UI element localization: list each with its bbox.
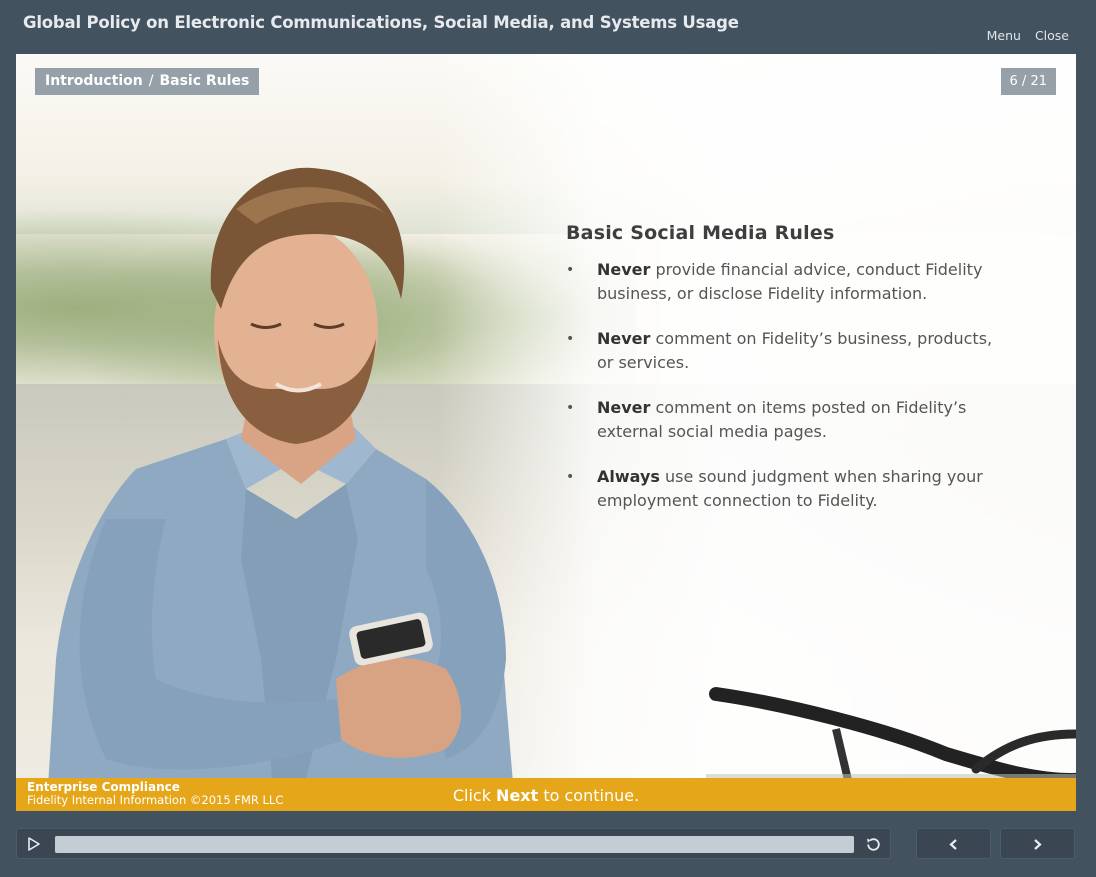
man-with-phone-image [46, 167, 516, 811]
slide-heading: Basic Social Media Rules [566, 222, 835, 244]
list-item: • Never comment on Fidelity’s business, p… [566, 329, 993, 372]
progress-fill [55, 836, 854, 853]
chevron-left-icon [949, 839, 957, 850]
rule-text: comment on items posted on Fidelity’s ex… [597, 398, 967, 441]
continue-prompt: Click Next to continue. [16, 786, 1076, 805]
breadcrumb-section: Introduction [45, 73, 143, 89]
rules-list: • Never provide financial advice, conduct… [566, 258, 1006, 513]
cta-suffix: to continue. [538, 786, 640, 805]
page-counter: 6 / 21 [1000, 68, 1056, 95]
breadcrumb-page: Basic Rules [159, 73, 250, 89]
replay-icon[interactable] [865, 836, 882, 853]
slide-stage: Introduction / Basic Rules 6 / 21 Basic So… [16, 54, 1076, 811]
slide-footer: Enterprise Compliance Fidelity Internal … [16, 778, 1076, 811]
rule-emphasis: Always [597, 467, 660, 486]
cta-prefix: Click [452, 786, 497, 805]
next-button[interactable] [1000, 828, 1075, 859]
player-controls [16, 828, 891, 859]
top-links: Menu Close [987, 28, 1069, 43]
prev-button[interactable] [916, 828, 991, 859]
menu-button[interactable]: Menu [987, 28, 1021, 43]
list-item: • Never comment on items posted on Fideli… [566, 398, 967, 441]
cta-next-word: Next [496, 786, 539, 805]
list-item: • Never provide financial advice, conduct… [566, 260, 983, 303]
course-title: Global Policy on Electronic Communicatio… [23, 13, 739, 32]
breadcrumb-separator: / [148, 73, 154, 89]
slide-content: Basic Social Media Rules • Never provide … [566, 222, 1006, 534]
list-item: • Always use sound judgment when sharing … [566, 467, 983, 510]
rule-text: comment on Fidelity’s business, products… [597, 329, 993, 372]
rule-emphasis: Never [597, 329, 651, 348]
rule-emphasis: Never [597, 398, 651, 417]
rule-emphasis: Never [597, 260, 651, 279]
progress-bar[interactable] [55, 836, 854, 853]
breadcrumb: Introduction / Basic Rules [35, 68, 260, 95]
rule-text: provide financial advice, conduct Fideli… [597, 260, 983, 303]
close-button[interactable]: Close [1035, 28, 1069, 43]
play-icon[interactable] [27, 837, 41, 851]
chevron-right-icon [1034, 839, 1042, 850]
